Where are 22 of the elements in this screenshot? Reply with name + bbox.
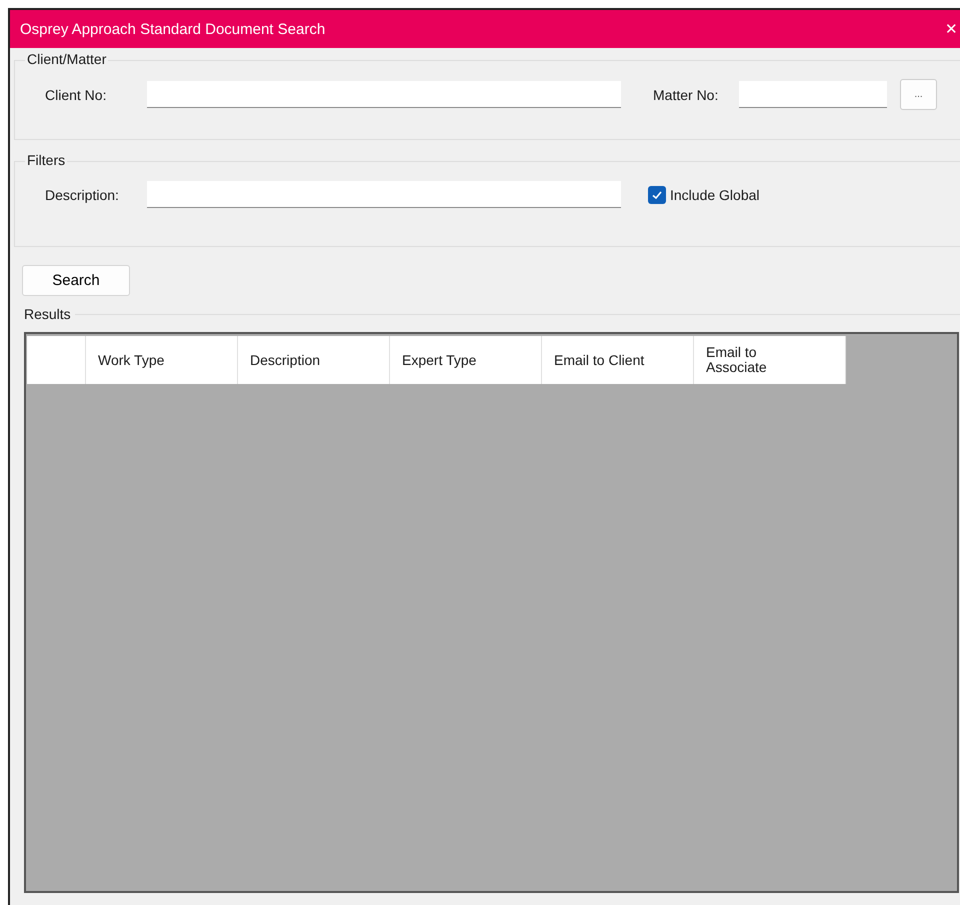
field-label: Matter No: [653, 86, 720, 102]
field-label: Description: [45, 186, 120, 202]
column-header[interactable]: Expert Type [390, 336, 542, 384]
window-title: Osprey Approach Standard Document Search [20, 20, 326, 38]
check-icon [651, 188, 663, 200]
search-button[interactable]: Search [22, 265, 130, 296]
description-field[interactable] [147, 181, 621, 208]
group-label: Results [24, 306, 71, 322]
group-label: Filters [25, 152, 68, 168]
group-label: Client/Matter [25, 51, 108, 67]
column-header[interactable]: Description [238, 336, 390, 384]
matter-no-field[interactable] [739, 81, 887, 108]
column-header[interactable]: Work Type [86, 336, 238, 384]
checkbox[interactable] [648, 186, 666, 204]
close-button[interactable]: ✕ [945, 20, 958, 38]
checkbox-label: Include Global [670, 186, 760, 202]
column-header[interactable]: Email to Client [542, 336, 694, 384]
browse-button[interactable]: ... [900, 79, 937, 110]
column-header[interactable]: Email to Associate [694, 336, 846, 384]
client-no-field[interactable] [147, 81, 621, 108]
field-label: Client No: [45, 86, 108, 102]
row-header-corner [27, 336, 86, 384]
